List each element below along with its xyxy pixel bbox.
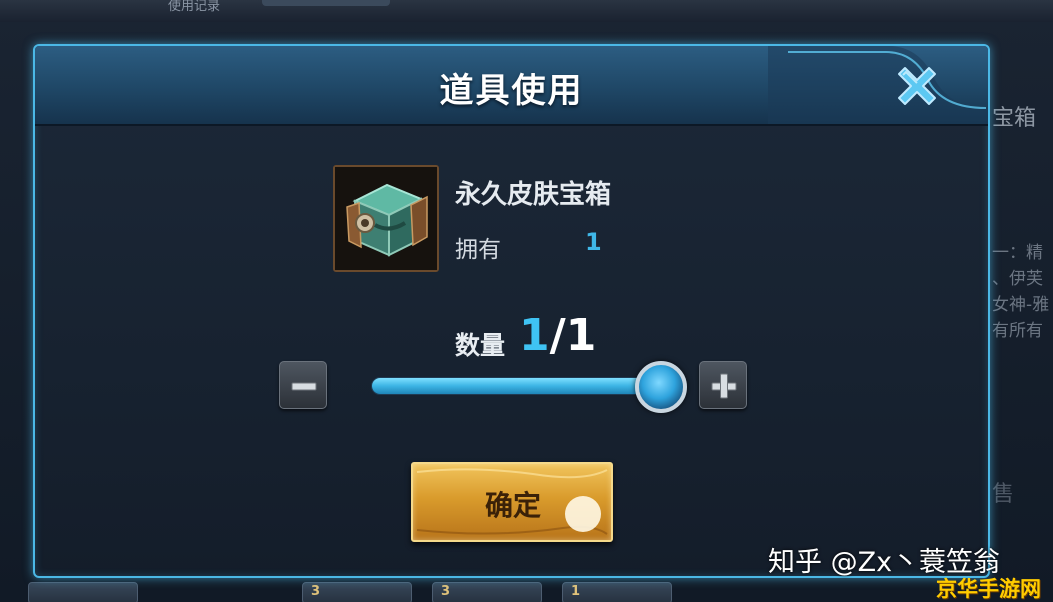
game-screen: 使用记录 宝箱 一：精 、伊芙 女神-雅 有所有 售 3 3 1 道具使用 永久… — [0, 0, 1053, 602]
touch-indicator — [565, 496, 601, 532]
item-count: 3 — [441, 584, 451, 599]
side-desc-line: 女神-雅 — [992, 295, 1050, 315]
plus-icon — [711, 373, 737, 399]
quantity-label: 数量 — [455, 331, 506, 360]
quantity-display: 1/1 — [519, 310, 596, 361]
background-item-slot[interactable] — [28, 582, 138, 602]
item-icon-frame[interactable] — [333, 165, 439, 272]
dialog-title: 道具使用 — [439, 71, 584, 111]
item-count: 1 — [571, 584, 581, 599]
background-item-row: 3 3 1 — [28, 580, 1053, 602]
item-name: 永久皮肤宝箱 — [455, 180, 612, 210]
quantity-slash: / — [549, 310, 566, 361]
side-sell-label: 售 — [992, 482, 1015, 507]
use-item-dialog: 道具使用 永久皮肤宝箱 拥有 1 数量 1/1 确定 — [33, 44, 990, 578]
increase-button[interactable] — [699, 361, 747, 409]
background-item-slot[interactable]: 3 — [302, 582, 412, 602]
item-count: 3 — [311, 584, 321, 599]
quantity-slider-fill — [372, 378, 660, 394]
side-title: 宝箱 — [992, 106, 1037, 131]
background-top-bar — [0, 0, 1053, 22]
quantity-max: 1 — [565, 310, 597, 361]
treasure-chest-icon — [335, 167, 437, 270]
side-desc-line: 有所有 — [992, 321, 1043, 341]
side-description: 一：精 、伊芙 女神-雅 有所有 — [992, 240, 1049, 344]
background-side-panel: 宝箱 一：精 、伊芙 女神-雅 有所有 售 — [992, 80, 1053, 560]
usage-record-tab[interactable]: 使用记录 — [168, 0, 220, 14]
side-desc-line: 、伊芙 — [992, 269, 1043, 289]
site-watermark: 京华手游网 — [936, 577, 1041, 601]
quantity-slider-track[interactable] — [371, 377, 661, 395]
confirm-button[interactable]: 确定 — [411, 462, 613, 542]
minus-icon — [291, 382, 317, 391]
background-item-slot[interactable]: 1 — [562, 582, 672, 602]
side-desc-line: 一：精 — [992, 243, 1043, 263]
close-button[interactable] — [889, 58, 945, 114]
close-x-icon — [898, 67, 936, 105]
quantity-current: 1 — [519, 310, 550, 361]
quantity-slider-handle[interactable] — [635, 361, 687, 413]
background-tab — [262, 0, 390, 6]
owned-label: 拥有 — [455, 237, 501, 263]
dialog-header: 道具使用 — [35, 46, 988, 126]
owned-count: 1 — [585, 228, 602, 256]
decrease-button[interactable] — [279, 361, 327, 409]
background-item-slot[interactable]: 3 — [432, 582, 542, 602]
